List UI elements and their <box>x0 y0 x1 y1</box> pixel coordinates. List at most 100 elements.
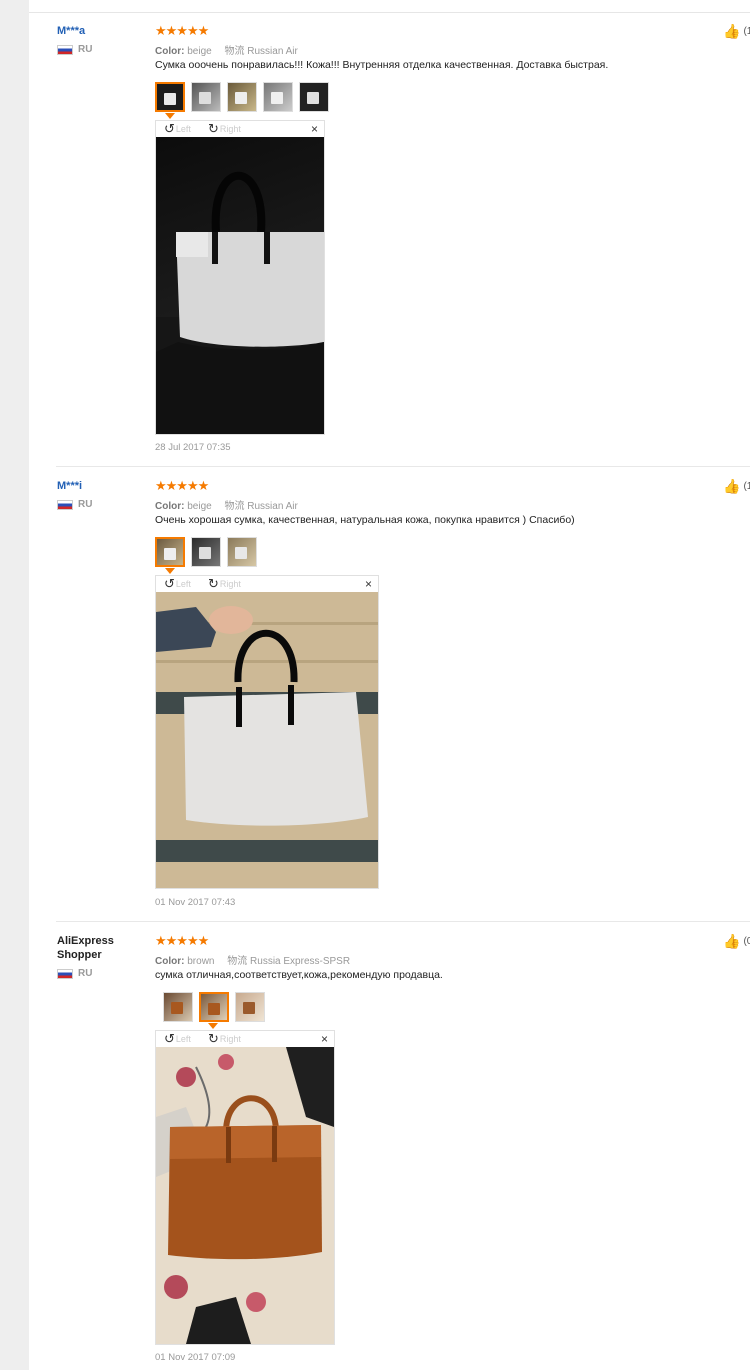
review-text: сумка отличная,соответствует,кожа,рекоме… <box>155 969 443 981</box>
shipping-label: 物流 <box>227 956 248 967</box>
helpful-button[interactable]: 👍 (1 <box>723 24 750 38</box>
star-rating: ★★★★★ <box>155 933 209 948</box>
review-item: M***i RU ★★★★★ Color: beige 物流 Russian A… <box>29 479 750 919</box>
thumbs-up-icon: 👍 <box>723 933 741 949</box>
rotate-left-button[interactable]: ↺ Left <box>164 121 191 136</box>
star-rating: ★★★★★ <box>155 23 209 38</box>
review-date: 01 Nov 2017 07:43 <box>155 897 236 908</box>
star-rating: ★★★★★ <box>155 478 209 493</box>
photo-controls: ↺ Left ↻ Right × <box>156 121 324 137</box>
rotate-right-label: Right <box>219 1034 241 1044</box>
rotate-right-icon: ↻ <box>208 121 219 136</box>
rotate-right-icon: ↻ <box>208 1031 219 1046</box>
review-photo[interactable] <box>156 1047 334 1344</box>
photo-thumbnail[interactable] <box>191 82 221 112</box>
helpful-count: (0 <box>743 935 750 947</box>
reviewer-country: RU <box>57 968 92 979</box>
bag-illustration <box>156 172 324 434</box>
order-info: Color: brown 物流 Russia Express-SPSR <box>155 952 350 967</box>
color-value: brown <box>187 956 215 967</box>
photo-thumbnail[interactable] <box>263 82 293 112</box>
review-text: Сумка ооочень понравилась!!! Кожа!!! Вну… <box>155 59 609 71</box>
shipping-value: Russia Express-SPSR <box>250 956 351 967</box>
bag-illustration <box>156 1047 334 1344</box>
shipping-label: 物流 <box>224 46 245 57</box>
flag-ru-icon <box>57 44 73 55</box>
photo-thumbnails <box>163 992 265 1022</box>
order-info: Color: beige 物流 Russian Air <box>155 497 298 512</box>
reviewer-country: RU <box>57 44 92 55</box>
shipping-value: Russian Air <box>247 501 298 512</box>
country-code: RU <box>78 968 93 979</box>
photo-viewer: ↺ Left ↻ Right × <box>155 120 325 435</box>
color-label: Color: <box>155 501 185 512</box>
photo-thumbnail[interactable] <box>227 537 257 567</box>
rotate-right-button[interactable]: ↻ Right <box>208 121 241 136</box>
active-thumbnail-pointer <box>165 113 175 119</box>
photo-viewer: ↺ Left ↻ Right × <box>155 575 379 889</box>
color-value: beige <box>187 501 212 512</box>
rotate-right-label: Right <box>219 124 241 134</box>
rotate-left-icon: ↺ <box>164 121 175 136</box>
close-icon[interactable]: × <box>311 122 318 136</box>
helpful-count: (1 <box>743 25 750 37</box>
color-value: beige <box>187 46 212 57</box>
photo-controls: ↺ Left ↻ Right × <box>156 1031 334 1047</box>
close-icon[interactable]: × <box>365 577 372 591</box>
shipping-label: 物流 <box>224 501 245 512</box>
review-photo[interactable] <box>156 137 324 434</box>
rotate-left-label: Left <box>175 1034 191 1044</box>
review-date: 01 Nov 2017 07:09 <box>155 1352 236 1363</box>
country-code: RU <box>78 44 93 55</box>
flag-ru-icon <box>57 968 73 979</box>
review-item: M***a RU ★★★★★ Color: beige 物流 Russian A… <box>29 24 750 464</box>
photo-thumbnail[interactable] <box>191 537 221 567</box>
active-thumbnail-pointer <box>208 1023 218 1029</box>
order-info: Color: beige 物流 Russian Air <box>155 42 298 57</box>
color-label: Color: <box>155 956 185 967</box>
photo-thumbnail[interactable] <box>199 992 229 1022</box>
review-item: AliExpress Shopper RU ★★★★★ Color: brown… <box>29 934 750 1370</box>
photo-thumbnails <box>155 82 329 112</box>
photo-viewer: ↺ Left ↻ Right × <box>155 1030 335 1345</box>
bag-illustration <box>156 592 378 888</box>
reviewer-name[interactable]: M***a <box>57 24 85 38</box>
flag-ru-icon <box>57 499 73 510</box>
reviewer-country: RU <box>57 499 92 510</box>
rotate-left-button[interactable]: ↺ Left <box>164 1031 191 1046</box>
helpful-count: (1 <box>743 480 750 492</box>
rotate-left-icon: ↺ <box>164 576 175 591</box>
review-divider <box>56 921 750 922</box>
close-icon[interactable]: × <box>321 1032 328 1046</box>
rotate-left-label: Left <box>175 579 191 589</box>
photo-controls: ↺ Left ↻ Right × <box>156 576 378 592</box>
photo-thumbnail[interactable] <box>155 82 185 112</box>
helpful-button[interactable]: 👍 (1 <box>723 479 750 493</box>
thumbs-up-icon: 👍 <box>723 478 741 494</box>
review-date: 28 Jul 2017 07:35 <box>155 442 231 453</box>
photo-thumbnail[interactable] <box>155 537 185 567</box>
review-divider <box>56 466 750 467</box>
photo-thumbnail[interactable] <box>299 82 329 112</box>
rotate-right-button[interactable]: ↻ Right <box>208 576 241 591</box>
active-thumbnail-pointer <box>165 568 175 574</box>
rotate-right-label: Right <box>219 579 241 589</box>
thumbs-up-icon: 👍 <box>723 23 741 39</box>
rotate-right-icon: ↻ <box>208 576 219 591</box>
photo-thumbnail[interactable] <box>163 992 193 1022</box>
photo-thumbnail[interactable] <box>227 82 257 112</box>
reviewer-name[interactable]: AliExpress Shopper <box>57 934 137 962</box>
rotate-right-button[interactable]: ↻ Right <box>208 1031 241 1046</box>
photo-thumbnails <box>155 537 257 567</box>
helpful-button[interactable]: 👍 (0 <box>723 934 750 948</box>
photo-thumbnail[interactable] <box>235 992 265 1022</box>
review-photo[interactable] <box>156 592 378 888</box>
reviewer-name[interactable]: M***i <box>57 479 82 493</box>
rotate-left-icon: ↺ <box>164 1031 175 1046</box>
rotate-left-button[interactable]: ↺ Left <box>164 576 191 591</box>
left-gutter <box>0 0 29 1370</box>
color-label: Color: <box>155 46 185 57</box>
rotate-left-label: Left <box>175 124 191 134</box>
country-code: RU <box>78 499 93 510</box>
top-divider <box>29 12 750 13</box>
